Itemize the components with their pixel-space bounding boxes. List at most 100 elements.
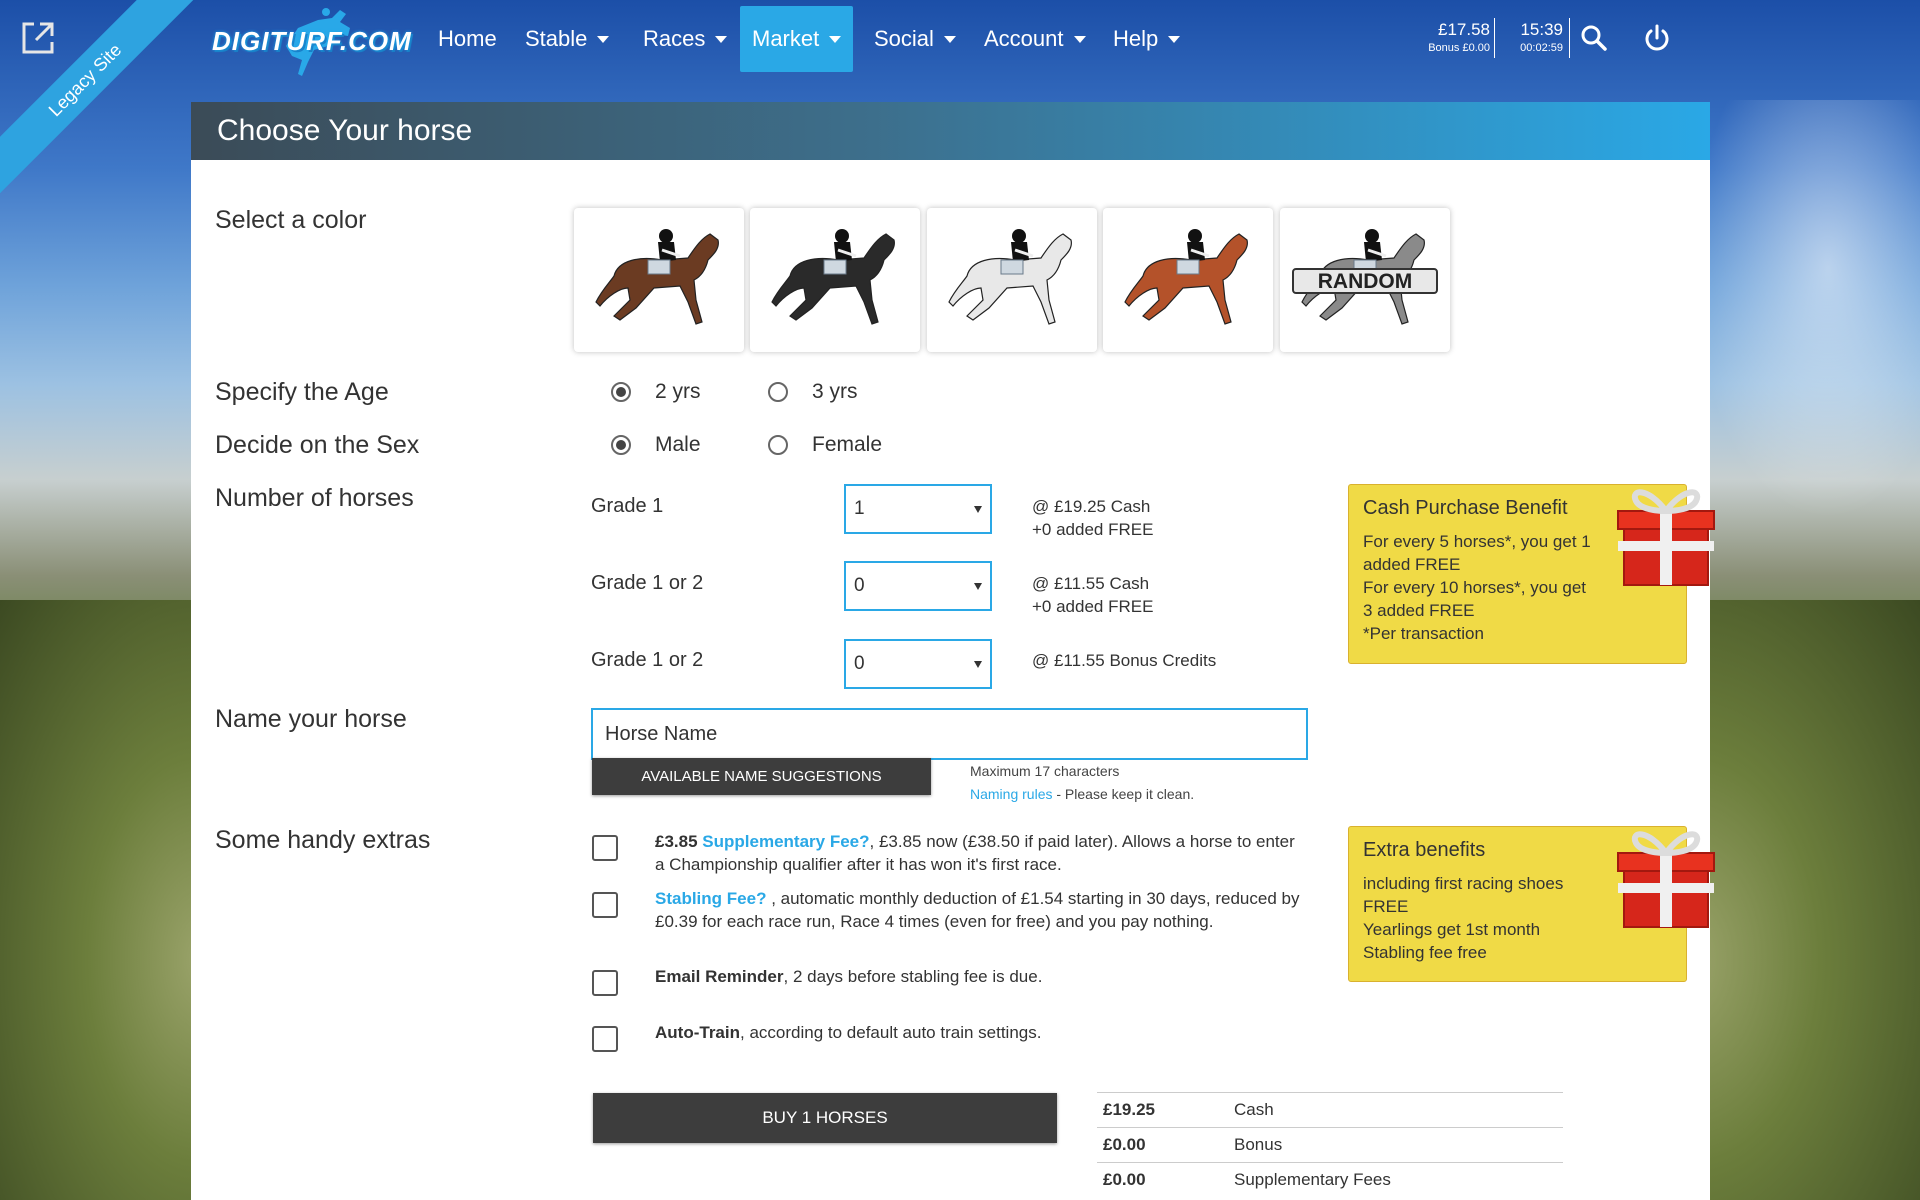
radio-checked[interactable]	[611, 435, 631, 455]
naming-rules-link[interactable]: Naming rules	[970, 786, 1052, 802]
extra-prefix: Email Reminder	[655, 967, 784, 986]
free-line: +0 added FREE	[1032, 520, 1154, 539]
color-swatch-grey[interactable]	[927, 208, 1097, 352]
auto-train-text: Auto-Train, according to default auto tr…	[655, 1021, 1305, 1044]
summary-amount: £0.00	[1103, 1135, 1146, 1154]
email-reminder-checkbox[interactable]	[592, 970, 618, 996]
supplementary-fee-link[interactable]: Supplementary Fee?	[702, 832, 869, 851]
stabling-fee-checkbox[interactable]	[592, 892, 618, 918]
radio-unchecked[interactable]	[768, 382, 788, 402]
age-option-3yrs[interactable]: 3 yrs	[768, 380, 858, 404]
cash-balance: £17.58	[1438, 20, 1490, 39]
color-swatch-bay[interactable]	[574, 208, 744, 352]
background-track-right	[1690, 600, 1920, 1200]
age-option-label: 2 yrs	[655, 380, 701, 403]
select-value: 0	[854, 575, 865, 596]
caret-down-icon	[974, 583, 982, 590]
clock: 15:39 00:02:59	[1500, 20, 1563, 54]
nav-social[interactable]: Social	[862, 6, 968, 72]
external-link-icon[interactable]	[18, 18, 58, 58]
chevron-down-icon	[1168, 35, 1181, 43]
gift-icon	[1617, 489, 1715, 586]
radio-checked[interactable]	[611, 382, 631, 402]
nav-market[interactable]: Market	[740, 6, 853, 72]
page-title: Choose Your horse	[191, 102, 1710, 160]
caret-down-icon	[974, 506, 982, 513]
free-line: +0 added FREE	[1032, 597, 1154, 616]
extra-prefix: Auto-Train	[655, 1023, 740, 1042]
horses-label: Number of horses	[215, 484, 414, 512]
horse-name-input[interactable]	[591, 708, 1308, 760]
age-label: Specify the Age	[215, 378, 389, 406]
radio-unchecked[interactable]	[768, 435, 788, 455]
age-option-label: 3 yrs	[812, 380, 858, 403]
summary-label: Supplementary Fees	[1234, 1170, 1391, 1189]
naming-rules-text: - Please keep it clean.	[1052, 786, 1195, 802]
search-icon[interactable]	[1578, 22, 1610, 54]
nav-stable[interactable]: Stable	[513, 6, 621, 72]
nav-market-label: Market	[752, 26, 820, 51]
summary-amount: £0.00	[1103, 1170, 1146, 1189]
power-icon[interactable]	[1641, 22, 1673, 54]
age-option-2yrs[interactable]: 2 yrs	[611, 380, 701, 404]
max-characters-hint: Maximum 17 characters	[970, 763, 1120, 779]
random-label: RANDOM	[1292, 268, 1438, 294]
sex-option-label: Female	[812, 433, 883, 456]
nav-divider	[1569, 18, 1570, 58]
nav-stable-label: Stable	[525, 26, 588, 51]
nav-home-label: Home	[438, 26, 497, 51]
email-reminder-text: Email Reminder, 2 days before stabling f…	[655, 965, 1305, 988]
color-swatch-random[interactable]: RANDOM	[1280, 208, 1450, 352]
color-swatch-black[interactable]	[750, 208, 920, 352]
buy-horses-button[interactable]: BUY 1 HORSES	[593, 1093, 1057, 1143]
sex-option-female[interactable]: Female	[768, 433, 882, 457]
nav-home[interactable]: Home	[426, 6, 509, 72]
logo-text[interactable]: DIGITURF.COM	[212, 26, 412, 57]
extra-benefits: Extra benefits including first racing sh…	[1348, 826, 1715, 982]
grade1or2-cash-price: @ £11.55 Cash +0 added FREE	[1032, 572, 1153, 618]
caret-down-icon	[974, 661, 982, 668]
supplementary-fee-checkbox[interactable]	[592, 835, 618, 861]
summary-row: £0.00 Bonus	[1097, 1127, 1563, 1162]
benefit-line: 3 added FREE	[1363, 601, 1475, 620]
grade1-quantity-select[interactable]: 1	[844, 484, 992, 534]
name-suggestions-button[interactable]: AVAILABLE NAME SUGGESTIONS	[592, 758, 931, 795]
nav-account[interactable]: Account	[972, 6, 1098, 72]
name-label: Name your horse	[215, 705, 407, 733]
sex-label: Decide on the Sex	[215, 431, 420, 459]
gift-icon	[1617, 831, 1715, 928]
stabling-fee-link[interactable]: Stabling Fee?	[655, 889, 766, 908]
top-nav: DIGITURF.COM Home Stable Races Market So…	[0, 0, 1920, 80]
grade1or2-bonus-quantity-select[interactable]: 0	[844, 639, 992, 689]
extra-prefix: £3.85	[655, 832, 698, 851]
auto-train-checkbox[interactable]	[592, 1026, 618, 1052]
extras-label: Some handy extras	[215, 826, 431, 854]
benefit-line: *Per transaction	[1363, 624, 1484, 643]
summary-label: Cash	[1234, 1100, 1274, 1119]
extra-description: , according to default auto train settin…	[740, 1023, 1042, 1042]
summary-row: £19.25 Cash	[1097, 1092, 1563, 1127]
clock-time: 15:39	[1520, 20, 1563, 39]
nav-social-label: Social	[874, 26, 934, 51]
grade-label: Grade 1 or 2	[591, 572, 704, 594]
horse-icon	[1124, 229, 1248, 325]
sex-option-male[interactable]: Male	[611, 433, 701, 457]
nav-help[interactable]: Help	[1101, 6, 1192, 72]
stabling-fee-text: Stabling Fee? , automatic monthly deduct…	[655, 887, 1305, 933]
nav-races[interactable]: Races	[631, 6, 739, 72]
nav-divider	[1494, 18, 1495, 58]
select-value: 0	[854, 653, 865, 674]
grade1or2-bonus-price: @ £11.55 Bonus Credits	[1032, 649, 1216, 672]
nav-races-label: Races	[643, 26, 706, 51]
color-swatch-chestnut[interactable]	[1103, 208, 1273, 352]
extra-description: , 2 days before stabling fee is due.	[783, 967, 1043, 986]
horse-icon	[948, 229, 1072, 325]
nav-account-label: Account	[984, 26, 1064, 51]
balance[interactable]: £17.58 Bonus £0.00	[1400, 20, 1490, 54]
chevron-down-icon	[1073, 35, 1086, 43]
grade-label: Grade 1 or 2	[591, 649, 704, 671]
grade1or2-cash-quantity-select[interactable]: 0	[844, 561, 992, 611]
chevron-down-icon	[715, 35, 728, 43]
price-line: @ £19.25 Cash	[1032, 497, 1151, 516]
horse-icon	[595, 229, 719, 325]
